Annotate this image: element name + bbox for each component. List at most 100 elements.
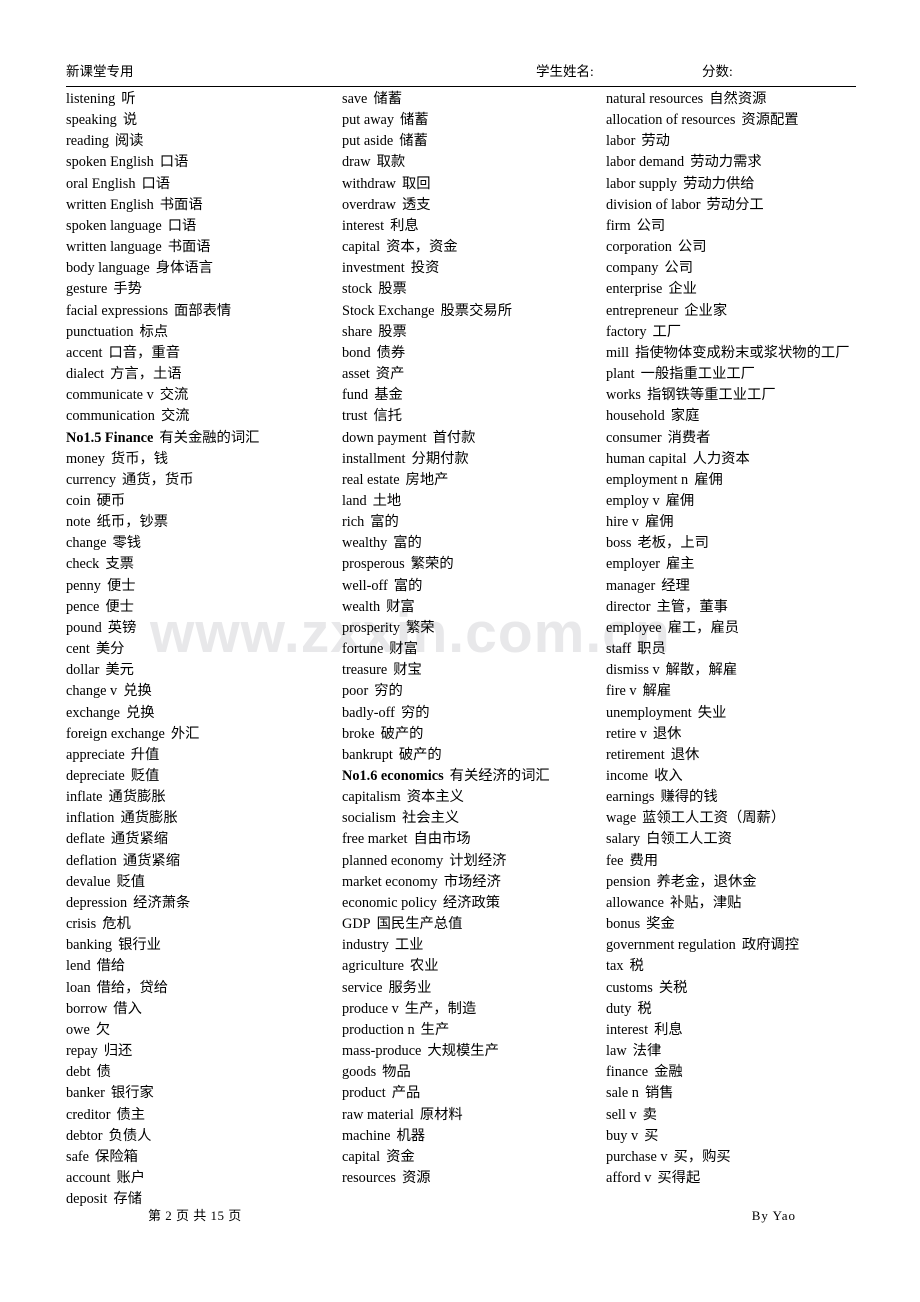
vocabulary-entry: pension 养老金，退休金 [606,872,876,893]
vocabulary-term-en: production n [342,1021,415,1038]
vocabulary-entry: real estate 房地产 [342,470,592,491]
vocabulary-term-en: banker [66,1085,105,1102]
vocabulary-term-cn: 美分 [95,641,125,658]
vocabulary-entry: debt 债 [66,1062,316,1083]
vocabulary-term-en: allowance [606,894,664,911]
vocabulary-entry: unemployment 失业 [606,703,876,724]
vocabulary-term-en: income [606,768,649,784]
vocabulary-entry: director 主管，董事 [606,597,876,618]
vocabulary-entry: lend 借给 [66,956,316,977]
vocabulary-term-en: overdraw [342,196,396,213]
vocabulary-entry: prosperity 繁荣 [342,618,592,639]
vocabulary-term-en: No1.5 Finance [66,429,154,446]
vocabulary-term-en: service [342,979,383,996]
vocabulary-term-en: coin [66,492,91,509]
vocabulary-term-en: body language [66,260,150,277]
vocabulary-entry: share 股票 [342,322,592,343]
vocabulary-term-cn: 房地产 [405,471,449,488]
vocabulary-term-cn: 信托 [373,408,403,425]
vocabulary-term-cn: 原材料 [419,1106,463,1123]
vocabulary-entry: money 货币，钱 [66,449,316,470]
vocabulary-entry: fee 费用 [606,851,876,872]
vocabulary-term-en: government regulation [606,937,736,954]
vocabulary-term-cn: 白领工人工资 [646,831,732,848]
vocabulary-entry: change 零钱 [66,533,316,554]
vocabulary-term-en: unemployment [606,704,692,721]
vocabulary-term-cn: 取回 [402,175,431,192]
vocabulary-entry: change v 兑换 [66,681,316,702]
vocabulary-term-en: spoken language [66,217,162,234]
vocabulary-term-cn: 费用 [629,852,659,869]
vocabulary-entry: planned economy 计划经济 [342,851,592,872]
vocabulary-term-cn: 硬币 [96,492,126,509]
vocabulary-term-en: gesture [66,281,108,298]
vocabulary-entry: interest 利息 [606,1020,876,1041]
vocabulary-entry: capital 资金 [342,1147,592,1168]
vocabulary-term-cn: 交流 [160,408,190,425]
vocabulary-term-cn: 金融 [654,1064,683,1081]
vocabulary-entry: entrepreneur 企业家 [606,301,876,322]
vocabulary-term-en: repay [66,1043,98,1060]
vocabulary-term-en: natural resources [606,91,704,107]
vocabulary-entry: speaking 说 [66,110,316,131]
vocabulary-term-en: customs [606,979,653,996]
vocabulary-term-cn: 基金 [374,387,403,404]
vocabulary-term-en: stock [342,281,373,298]
vocabulary-term-cn: 补贴，津贴 [669,894,742,911]
vocabulary-term-en: wage [606,810,637,827]
vocabulary-term-cn: 支票 [105,556,134,573]
vocabulary-term-cn: 手势 [113,281,142,298]
vocabulary-term-en: economic policy [342,894,437,911]
vocabulary-entry: asset 资产 [342,364,592,385]
vocabulary-term-cn: 经济萧条 [133,894,191,911]
vocabulary-term-cn: 方言，土语 [110,366,182,383]
vocabulary-term-en: labor [606,133,636,150]
vocabulary-term-en: pence [66,598,100,615]
vocabulary-term-en: depression [66,894,128,911]
vocabulary-term-en: poor [342,683,369,700]
vocabulary-entry: socialism 社会主义 [342,808,592,829]
vocabulary-entry: fire v 解雇 [606,681,876,702]
vocabulary-entry: withdraw 取回 [342,174,592,195]
vocabulary-term-en: put away [342,112,395,129]
vocabulary-term-en: wealthy [342,535,388,552]
vocabulary-term-cn: 法律 [632,1043,662,1060]
vocabulary-entry: hire v 雇佣 [606,512,876,533]
vocabulary-term-cn: 职员 [637,641,666,658]
vocabulary-term-cn: 兑换 [125,704,155,721]
vocabulary-term-en: industry [342,937,389,954]
vocabulary-term-en: deflation [66,852,117,869]
vocabulary-entry: enterprise 企业 [606,279,876,300]
vocabulary-entry: draw 取款 [342,152,592,173]
vocabulary-entry: sale n 销售 [606,1083,876,1104]
vocabulary-term-cn: 劳动 [641,133,670,150]
vocabulary-term-en: well-off [342,577,388,594]
vocabulary-entry: human capital 人力资本 [606,449,876,470]
vocabulary-entry: creditor 债主 [66,1105,316,1126]
vocabulary-term-cn: 美元 [105,662,134,679]
vocabulary-entry: Stock Exchange 股票交易所 [342,301,592,322]
vocabulary-term-en: punctuation [66,323,134,340]
vocabulary-entry: market economy 市场经济 [342,872,592,893]
vocabulary-term-en: deposit [66,1191,108,1208]
vocabulary-entry: household 家庭 [606,406,876,427]
page-number: 第 2 页 共 15 页 [148,1208,242,1223]
vocabulary-term-en: human capital [606,450,687,467]
vocabulary-term-en: buy v [606,1127,639,1144]
vocabulary-term-en: banking [66,937,113,954]
vocabulary-term-en: planned economy [342,852,444,869]
vocabulary-term-en: agriculture [342,958,404,975]
vocabulary-term-en: afford v [606,1169,652,1186]
vocabulary-term-cn: 雇主 [666,556,695,573]
vocabulary-term-cn: 口语 [159,154,189,171]
vocabulary-entry: fortune 财富 [342,639,592,660]
vocabulary-term-cn: 利息 [390,217,419,234]
vocabulary-entry: machine 机器 [342,1126,592,1147]
vocabulary-term-cn: 危机 [102,916,131,933]
vocabulary-term-en: corporation [606,239,672,256]
vocabulary-entry: communication 交流 [66,406,316,427]
vocabulary-entry: pound 英镑 [66,618,316,639]
vocabulary-term-en: asset [342,366,370,383]
vocabulary-term-en: duty [606,1000,632,1017]
vocabulary-term-cn: 取款 [376,154,406,171]
